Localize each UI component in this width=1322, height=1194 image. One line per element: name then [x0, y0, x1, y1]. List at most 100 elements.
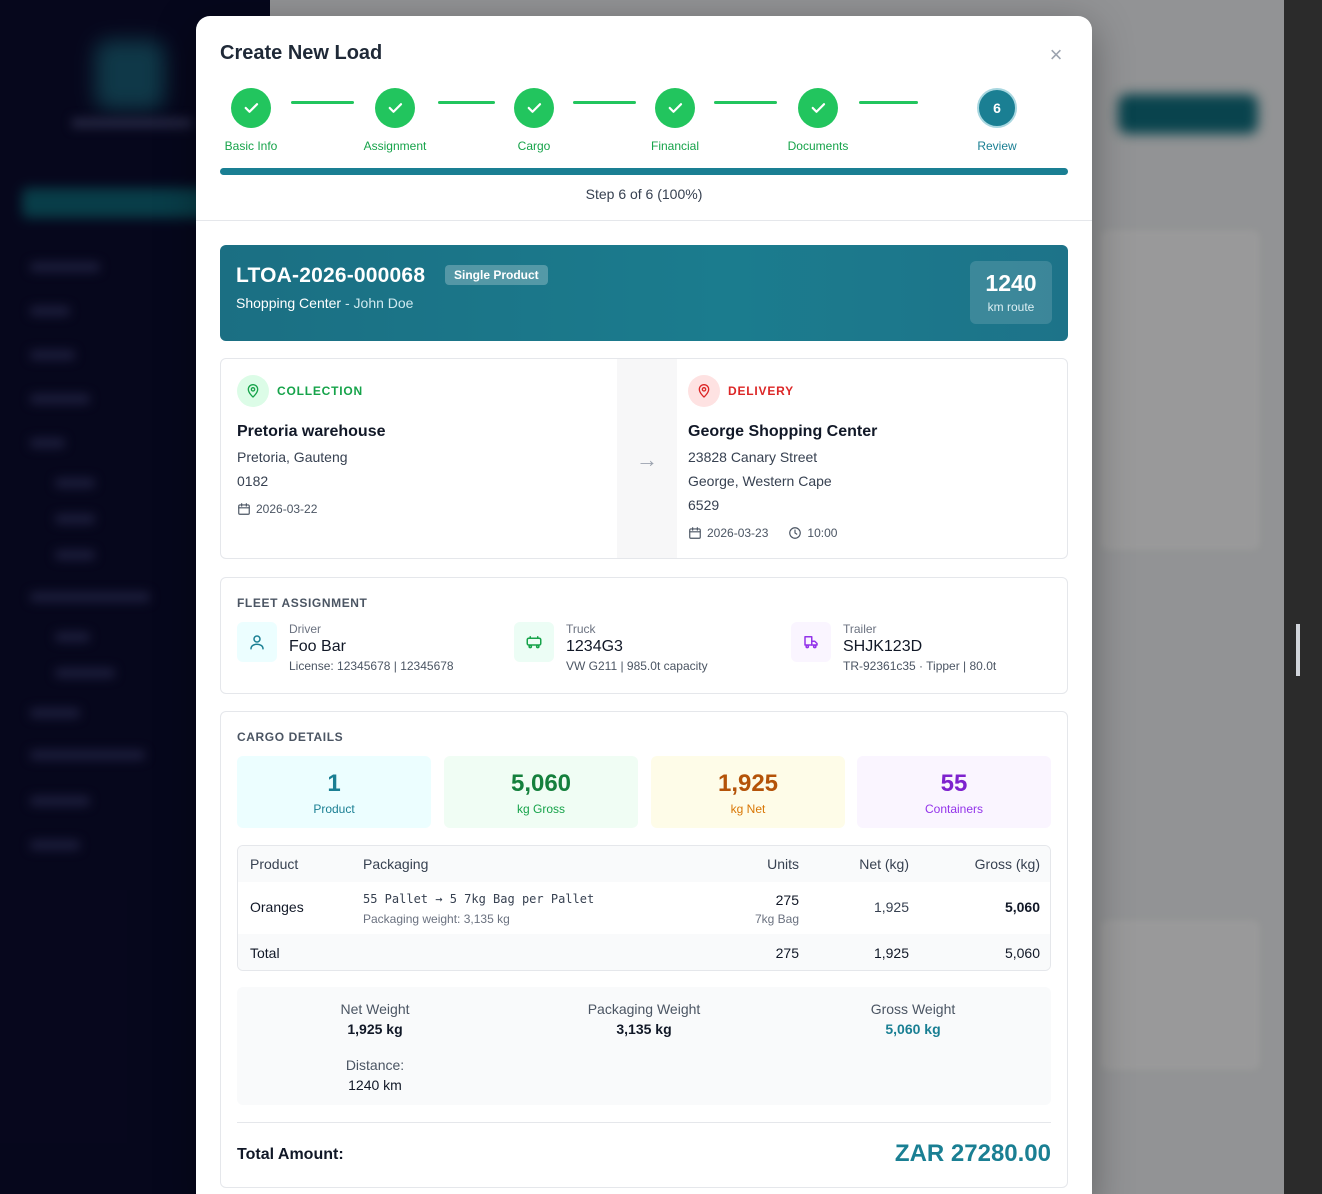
table-header-row: Product Packaging Units Net (kg) Gross (… — [238, 846, 1050, 882]
step-label: Review — [977, 139, 1017, 153]
packaging-weight: Packaging weight: 3,135 kg — [363, 912, 510, 926]
step-financial[interactable]: Financial — [615, 88, 735, 153]
stat-label: Product — [313, 802, 355, 816]
summary-value: 3,135 kg — [616, 1021, 672, 1037]
check-icon — [375, 88, 415, 128]
summary-value: 1,925 kg — [347, 1021, 403, 1037]
step-review[interactable]: 6 Review — [937, 88, 1057, 153]
load-type-badge: Single Product — [445, 265, 548, 285]
stat-value: 5,060 — [510, 770, 572, 797]
summary-value: 1240 km — [348, 1077, 402, 1093]
summary-label: Distance: — [345, 1057, 405, 1073]
step-cargo[interactable]: Cargo — [474, 88, 594, 153]
summary-gross: Gross Weight 5,060 kg — [813, 1001, 1013, 1037]
review-body: LTOA-2026-000068 Single Product Shopping… — [220, 245, 1068, 1188]
route-arrow-icon: → — [617, 359, 677, 558]
stepper: Basic Info Assignment Cargo Financial Do… — [196, 88, 1092, 158]
close-icon[interactable]: × — [1044, 44, 1068, 68]
stat-label: Containers — [924, 802, 984, 816]
fleet-assignment-card: FLEET ASSIGNMENT Driver Foo Bar License:… — [220, 577, 1068, 694]
collection-address: Pretoria, Gauteng — [237, 449, 348, 465]
step-label: Assignment — [363, 139, 427, 153]
step-basic-info[interactable]: Basic Info — [196, 88, 311, 153]
step-label: Cargo — [517, 139, 551, 153]
summary-label: Net Weight — [340, 1001, 410, 1017]
stat-containers: 55 Containers — [857, 756, 1051, 828]
clock-icon — [789, 527, 802, 539]
trailer-label: Trailer — [843, 622, 877, 636]
progress-bar — [220, 168, 1068, 175]
column-header-units: Units — [767, 856, 799, 872]
fleet-truck: Truck 1234G3 VW G211 | 985.0t capacity — [514, 622, 708, 673]
gross-weight: 5,060 — [1004, 899, 1040, 915]
map-pin-icon — [688, 375, 720, 407]
customer-name: John Doe — [353, 295, 414, 311]
collection-postal-code: 0182 — [237, 473, 269, 489]
step-assignment[interactable]: Assignment — [335, 88, 455, 153]
window-edge — [1284, 0, 1322, 1194]
route-distance-label: km route — [987, 300, 1035, 314]
step-label: Financial — [650, 139, 700, 153]
delivery-name: George Shopping Center — [688, 423, 878, 440]
truck-label: Truck — [566, 622, 596, 636]
cargo-table: Product Packaging Units Net (kg) Gross (… — [237, 845, 1051, 971]
summary-distance: Distance: 1240 km — [275, 1057, 475, 1093]
load-subtitle: Shopping Center - John Doe — [236, 295, 413, 311]
table-total-row: Total 275 1,925 5,060 — [238, 934, 1050, 970]
user-icon — [237, 622, 277, 662]
driver-license: License: 12345678 | 12345678 — [289, 659, 454, 673]
route-distance-value: 1240 — [985, 270, 1037, 296]
driver-label: Driver — [289, 622, 321, 636]
collection-tag: COLLECTION — [277, 384, 363, 398]
step-documents[interactable]: Documents — [758, 88, 878, 153]
summary-label: Gross Weight — [870, 1001, 956, 1017]
collection-date: 2026-03-22 — [256, 502, 318, 516]
net-weight: 1,925 — [873, 899, 909, 915]
collection-name: Pretoria warehouse — [237, 423, 386, 440]
fleet-trailer: Trailer SHJK123D TR-92361c35 · Tipper | … — [791, 622, 996, 673]
delivery-street: 23828 Canary Street — [688, 449, 818, 465]
total-amount-label: Total Amount: — [237, 1146, 344, 1163]
route-distance-card: 1240 km route — [970, 261, 1052, 324]
delivery-tag: DELIVERY — [728, 384, 794, 398]
stat-value: 1 — [327, 770, 341, 797]
delivery-date-row: 2026-03-23 10:00 — [688, 526, 877, 540]
weight-summary: Net Weight 1,925 kg Packaging Weight 3,1… — [237, 987, 1051, 1105]
stat-value: 1,925 — [717, 770, 779, 797]
packaging-description: 55 Pallet → 5 7kg Bag per Pallet — [363, 892, 595, 906]
modal-header: Create New Load × Basic Info Assignment — [196, 16, 1092, 221]
check-icon — [655, 88, 695, 128]
step-number: 6 — [977, 88, 1017, 128]
fleet-driver: Driver Foo Bar License: 12345678 | 12345… — [237, 622, 454, 673]
total-amount-value: ZAR 27280.00 — [894, 1140, 1051, 1167]
check-icon — [231, 88, 271, 128]
delivery-date: 2026-03-23 — [707, 526, 769, 540]
collection-date-row: 2026-03-22 — [237, 502, 386, 516]
total-units: 275 — [775, 945, 799, 961]
stat-net-weight: 1,925 kg Net — [651, 756, 845, 828]
check-icon — [514, 88, 554, 128]
stat-gross-weight: 5,060 kg Gross — [444, 756, 638, 828]
calendar-icon — [238, 503, 250, 515]
column-header-product: Product — [250, 856, 299, 872]
section-title: CARGO DETAILS — [237, 730, 344, 744]
check-icon — [798, 88, 838, 128]
route-name: Shopping Center — [236, 295, 342, 311]
summary-label: Packaging Weight — [587, 1001, 701, 1017]
modal-title: Create New Load — [220, 42, 383, 64]
resize-handle[interactable] — [1296, 624, 1300, 676]
trailer-icon — [791, 622, 831, 662]
truck-registration: 1234G3 — [566, 638, 623, 655]
trailer-detail: TR-92361c35 · Tipper | 80.0t — [843, 659, 997, 673]
product-name: Oranges — [250, 899, 304, 915]
table-row: Oranges 55 Pallet → 5 7kg Bag per Pallet… — [238, 882, 1050, 934]
load-summary-banner: LTOA-2026-000068 Single Product Shopping… — [220, 245, 1068, 341]
unit-type: 7kg Bag — [754, 912, 799, 926]
step-label: Basic Info — [224, 139, 278, 153]
summary-net: Net Weight 1,925 kg — [275, 1001, 475, 1037]
column-header-packaging: Packaging — [363, 856, 429, 872]
trailer-registration: SHJK123D — [843, 638, 923, 655]
section-title: FLEET ASSIGNMENT — [237, 596, 368, 610]
delivery-time: 10:00 — [807, 526, 838, 540]
delivery-city: George, Western Cape — [688, 473, 832, 489]
